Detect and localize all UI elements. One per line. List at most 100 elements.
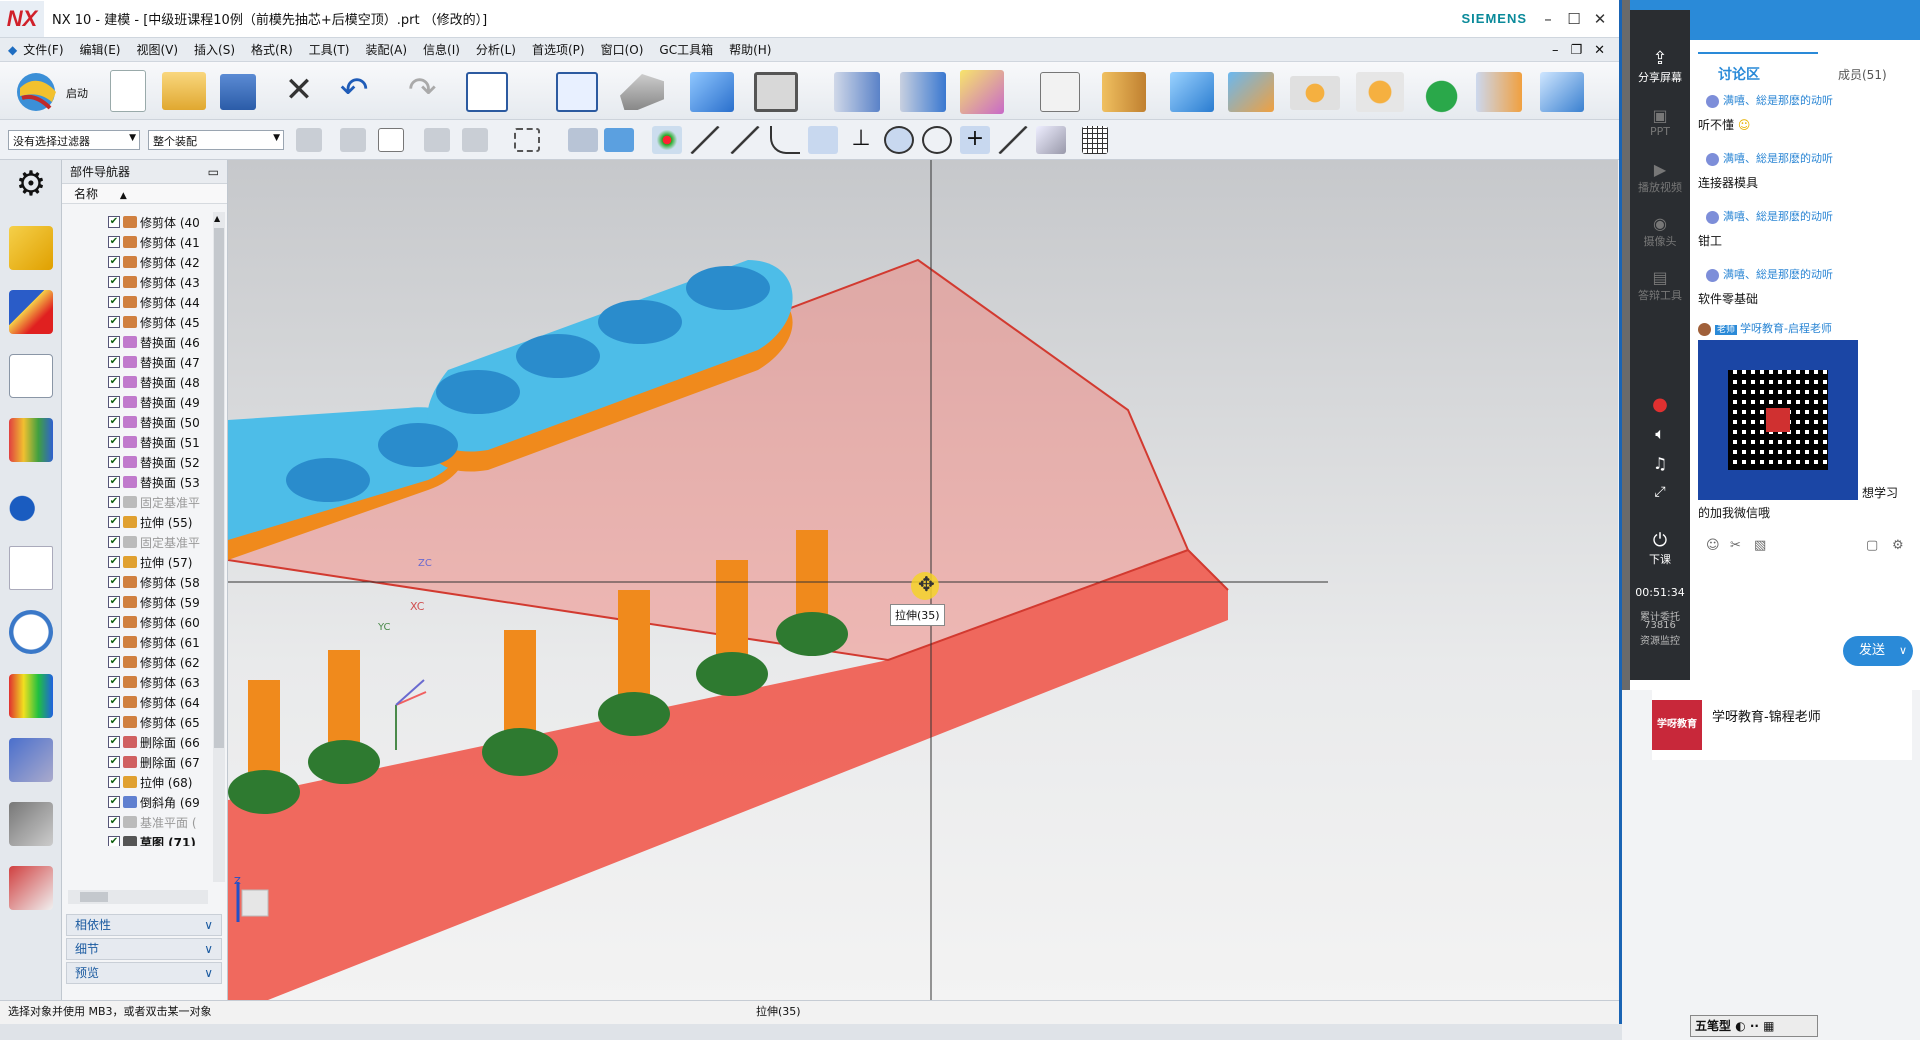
tree-row[interactable]: ✔ 修剪体 (61 [62, 632, 214, 652]
tree-row[interactable]: ✔ 删除面 (67 [62, 752, 214, 772]
tree-row[interactable]: ✔ 修剪体 (42 [62, 252, 214, 272]
visibility-checkbox[interactable]: ✔ [108, 496, 120, 508]
visibility-checkbox[interactable]: ✔ [108, 356, 120, 368]
tree-row[interactable]: ✔ 基准平面 ( [62, 812, 214, 832]
part-select-icon[interactable] [568, 128, 598, 152]
tree-row[interactable]: ✔ 修剪体 (62 [62, 652, 214, 672]
visibility-checkbox[interactable]: ✔ [108, 576, 120, 588]
tree-row[interactable]: ✔ 修剪体 (60 [62, 612, 214, 632]
save-icon[interactable] [220, 74, 256, 110]
grid-icon[interactable] [1082, 126, 1108, 154]
tree-row[interactable]: ✔ 替换面 (50 [62, 412, 214, 432]
translate-icon[interactable] [900, 72, 946, 112]
selection-filter-select[interactable]: 没有选择过滤器 ▼ [8, 130, 140, 150]
visibility-checkbox[interactable]: ✔ [108, 476, 120, 488]
visibility-checkbox[interactable]: ✔ [108, 256, 120, 268]
menu-5[interactable]: 工具(T) [309, 41, 350, 58]
menu-11[interactable]: GC工具箱 [659, 41, 713, 58]
snap-icon[interactable] [340, 128, 366, 152]
feature-array-icon[interactable] [1356, 72, 1404, 112]
close-button[interactable]: ✕ [1589, 8, 1611, 30]
tree-row[interactable]: ✔ 拉伸 (57) [62, 552, 214, 572]
csys-icon[interactable] [466, 72, 508, 112]
quadrant-icon[interactable] [922, 126, 952, 154]
visibility-checkbox[interactable]: ✔ [108, 736, 120, 748]
point-on-curve-icon[interactable] [998, 126, 1028, 154]
orient-view-icon[interactable] [690, 72, 734, 112]
tree-row[interactable]: ✔ 固定基准平 [62, 532, 214, 552]
move-object-icon[interactable] [834, 72, 880, 112]
tree-row[interactable]: ✔ 草图 (71) [62, 832, 214, 846]
new-file-icon[interactable] [110, 70, 146, 112]
visibility-checkbox[interactable]: ✔ [108, 516, 120, 528]
assembly-navigator-icon[interactable] [9, 226, 53, 270]
combine-icon[interactable] [1414, 70, 1460, 114]
tree-row[interactable]: ✔ 拉伸 (55) [62, 512, 214, 532]
menu-6[interactable]: 装配(A) [365, 41, 407, 58]
vertical-scrollbar[interactable]: ▲ [213, 212, 225, 882]
open-folder-icon[interactable] [162, 72, 206, 110]
visibility-checkbox[interactable]: ✔ [108, 296, 120, 308]
visibility-checkbox[interactable]: ✔ [108, 436, 120, 448]
doc-minimize-button[interactable]: – [1552, 43, 1559, 58]
control-point-icon[interactable] [808, 126, 838, 154]
point-select-icon[interactable] [378, 128, 404, 152]
curve-point-icon[interactable] [770, 126, 800, 154]
visibility-checkbox[interactable]: ✔ [108, 776, 120, 788]
start-globe-icon[interactable] [12, 68, 62, 114]
cursor-icon[interactable] [424, 128, 450, 152]
model-view[interactable]: ✥ [228, 160, 1618, 1000]
offset-icon[interactable] [1540, 72, 1584, 112]
fit-view-icon[interactable] [556, 72, 598, 112]
web-browser-icon[interactable] [9, 546, 53, 590]
send-button[interactable]: 发送 ∨ [1843, 636, 1913, 666]
book-icon[interactable] [1102, 72, 1146, 112]
visibility-checkbox[interactable]: ✔ [108, 236, 120, 248]
sheet-icon[interactable] [1040, 72, 1080, 112]
tree-row[interactable]: ✔ 替换面 (48 [62, 372, 214, 392]
history-clock-icon[interactable] [9, 610, 53, 654]
cylinder-icon[interactable] [1170, 72, 1214, 112]
emoji-icon[interactable]: ☺ [1706, 538, 1720, 553]
rectangle-select-icon[interactable] [514, 128, 540, 152]
mid-point-icon[interactable] [730, 126, 760, 154]
microphone-icon[interactable]: ● [1630, 394, 1690, 415]
tree-row[interactable]: ✔ 替换面 (53 [62, 472, 214, 492]
filter-icon[interactable] [296, 128, 322, 152]
music-icon[interactable]: ♫ [1630, 454, 1690, 473]
menu-1[interactable]: 编辑(E) [80, 41, 121, 58]
visibility-checkbox[interactable]: ✔ [108, 796, 120, 808]
tree-row[interactable]: ✔ 替换面 (52 [62, 452, 214, 472]
scissors-icon[interactable]: ✂ [1730, 538, 1741, 553]
visibility-checkbox[interactable]: ✔ [108, 396, 120, 408]
delete-icon[interactable]: ✕ [282, 73, 316, 108]
visibility-checkbox[interactable]: ✔ [108, 676, 120, 688]
visibility-checkbox[interactable]: ✔ [108, 336, 120, 348]
undo-icon[interactable]: ↶ [340, 73, 380, 108]
gear-icon[interactable]: ⚙ [9, 162, 53, 206]
preview-panel[interactable]: 预览 ∨ [66, 962, 222, 984]
visibility-checkbox[interactable]: ✔ [108, 536, 120, 548]
visibility-checkbox[interactable]: ✔ [108, 316, 120, 328]
visibility-checkbox[interactable]: ✔ [108, 756, 120, 768]
end-class-button[interactable]: ⏻ 下课 [1630, 530, 1690, 567]
tree-row[interactable]: ✔ 修剪体 (63 [62, 672, 214, 692]
tree-row[interactable]: ✔ 倒斜角 (69 [62, 792, 214, 812]
intersection-icon[interactable]: ⊥ [846, 126, 876, 154]
doc-close-button[interactable]: ✕ [1594, 43, 1605, 58]
tree-row[interactable]: ✔ 替换面 (51 [62, 432, 214, 452]
play-video-button[interactable]: ▶ 播放视频 [1630, 160, 1690, 195]
visibility-checkbox[interactable]: ✔ [108, 596, 120, 608]
tree-row[interactable]: ✔ 修剪体 (44 [62, 292, 214, 312]
menu-9[interactable]: 首选项(P) [532, 41, 585, 58]
menu-3[interactable]: 插入(S) [194, 41, 235, 58]
tree-row[interactable]: ✔ 替换面 (49 [62, 392, 214, 412]
body-select-icon[interactable] [604, 128, 634, 152]
point-on-face-icon[interactable] [1036, 126, 1066, 154]
palette-icon[interactable] [9, 674, 53, 718]
tree-row[interactable]: ✔ 修剪体 (45 [62, 312, 214, 332]
tree-row[interactable]: ✔ 固定基准平 [62, 492, 214, 512]
tools-button[interactable]: ▤ 答辩工具 [1630, 268, 1690, 303]
visibility-checkbox[interactable]: ✔ [108, 716, 120, 728]
teacher-card[interactable]: 学呀教育 学呀教育-锦程老师 [1652, 690, 1912, 760]
